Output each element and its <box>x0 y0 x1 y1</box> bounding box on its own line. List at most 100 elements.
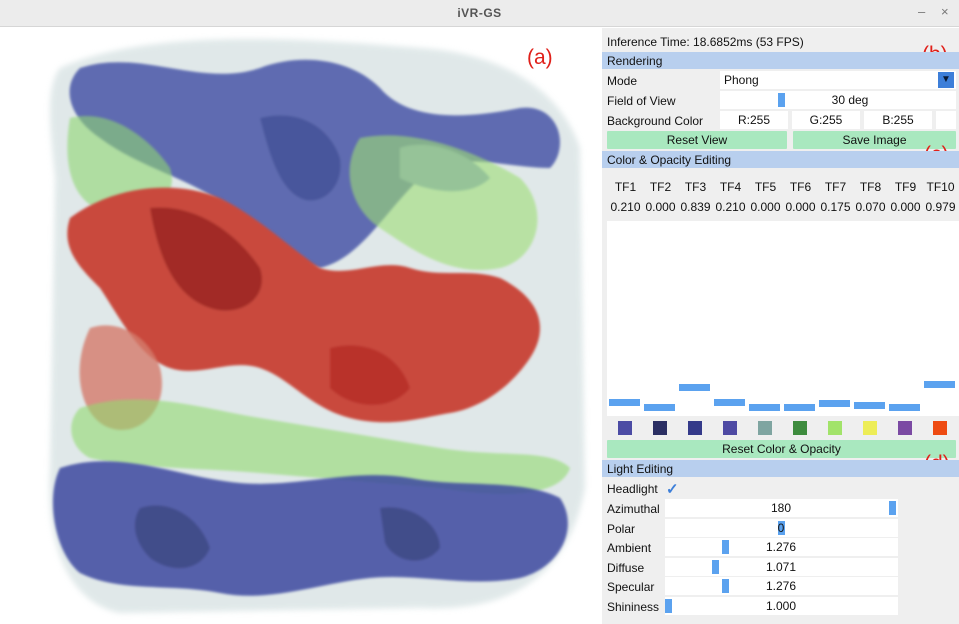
tf-color-swatch[interactable] <box>723 421 737 435</box>
chevron-down-icon[interactable]: ▼ <box>938 72 954 88</box>
minimize-button[interactable]: – <box>918 4 925 19</box>
fov-slider-handle[interactable] <box>778 93 785 107</box>
bg-b-field[interactable]: B:255 <box>864 111 932 129</box>
control-panel: Inference Time: 18.6852ms (53 FPS) (b) R… <box>602 28 959 624</box>
light-slider-label: Shininess <box>607 600 660 614</box>
light-slider[interactable]: 180 <box>665 499 898 517</box>
mode-dropdown-value: Phong <box>724 73 759 87</box>
rendering-section-header[interactable]: Rendering <box>602 52 959 69</box>
tf-opacity-bar[interactable] <box>714 398 745 406</box>
title-bar: iVR-GS – × <box>0 0 959 27</box>
background-color-label: Background Color <box>607 114 704 128</box>
light-slider-label: Diffuse <box>607 560 645 575</box>
headlight-label: Headlight <box>607 482 658 496</box>
tf-value: 0.000 <box>890 200 921 214</box>
tf-header: TF9 <box>894 180 917 194</box>
background-color-row: Background Color R:255 G:255 B:255 <box>602 111 959 130</box>
light-slider[interactable]: 1.276 <box>665 538 898 557</box>
fov-row: Field of View 30 deg <box>602 91 959 110</box>
tf-color-swatch[interactable] <box>898 421 912 435</box>
tf-color-swatch[interactable] <box>863 421 877 435</box>
mode-label: Mode <box>607 74 638 88</box>
tf-header: TF5 <box>754 180 777 194</box>
tf-color-swatch[interactable] <box>758 421 772 435</box>
tf-value: 0.000 <box>785 200 816 214</box>
light-slider-handle[interactable] <box>712 559 719 574</box>
light-slider[interactable]: 1.276 <box>665 577 898 596</box>
light-slider-value: 0 <box>777 520 785 535</box>
tf-color-swatch[interactable] <box>688 421 702 435</box>
light-slider-row: Ambient 1.276 <box>602 538 959 557</box>
light-slider-value: 1.071 <box>765 559 797 574</box>
light-slider-handle[interactable] <box>665 599 672 613</box>
light-slider-handle[interactable] <box>722 579 729 594</box>
inference-time-text: Inference Time: 18.6852ms (53 FPS) <box>607 35 804 49</box>
light-editing-header-label: Light Editing <box>607 462 674 476</box>
close-button[interactable]: × <box>941 4 949 19</box>
tf-opacity-bar[interactable] <box>889 404 920 411</box>
reset-view-button[interactable]: Reset View <box>607 131 787 149</box>
tf-header: TF2 <box>649 180 672 194</box>
tf-color-swatch[interactable] <box>828 421 842 435</box>
tf-color-swatch[interactable] <box>618 421 632 435</box>
light-slider-value: 180 <box>770 501 792 515</box>
color-opacity-header-label: Color & Opacity Editing <box>607 153 732 167</box>
light-slider-row: Diffuse 1.071 <box>602 557 959 577</box>
tf-opacity-bar[interactable] <box>749 404 780 411</box>
light-slider-value: 1.276 <box>765 579 797 594</box>
light-slider[interactable]: 1.000 <box>665 597 898 615</box>
tf-value: 0.210 <box>715 200 746 214</box>
headlight-checkbox[interactable]: ✓ <box>666 482 680 497</box>
tf-opacity-bar[interactable] <box>924 380 955 388</box>
reset-color-opacity-button[interactable]: Reset Color & Opacity <box>607 440 956 458</box>
inference-row: Inference Time: 18.6852ms (53 FPS) <box>602 32 959 51</box>
opacity-editor-area[interactable] <box>607 221 959 416</box>
light-slider-handle[interactable] <box>722 540 729 555</box>
tf-header: TF3 <box>684 180 707 194</box>
tf-color-swatch[interactable] <box>933 421 947 435</box>
tf-value: 0.979 <box>925 200 956 214</box>
tf-header: TF7 <box>824 180 847 194</box>
annotation-a: (a) <box>527 46 553 69</box>
light-slider-row: Polar 0 <box>602 518 959 538</box>
bg-preview-swatch <box>936 111 956 129</box>
fov-slider[interactable]: 30 deg <box>720 91 956 109</box>
tf-header: TF8 <box>859 180 882 194</box>
tf-opacity-bar[interactable] <box>679 383 710 391</box>
light-slider-row: Shininess 1.000 <box>602 597 959 616</box>
tf-opacity-bar[interactable] <box>644 404 675 411</box>
tf-opacity-bar[interactable] <box>854 402 885 410</box>
tf-header: TF4 <box>719 180 742 194</box>
tf-color-swatch[interactable] <box>793 421 807 435</box>
volume-render-viewport[interactable]: (a) <box>0 28 601 624</box>
light-slider[interactable]: 1.071 <box>665 557 898 576</box>
tf-value: 0.000 <box>750 200 781 214</box>
rendering-header-label: Rendering <box>607 54 663 68</box>
mode-row: Mode Phong ▼ <box>602 71 959 90</box>
tf-header: TF10 <box>926 180 955 194</box>
light-slider-value: 1.276 <box>765 540 797 555</box>
light-slider-label: Specular <box>607 580 655 595</box>
light-slider[interactable]: 0 <box>665 518 898 537</box>
volume-render-image <box>49 39 586 613</box>
bg-g-field[interactable]: G:255 <box>792 111 860 129</box>
color-opacity-section-header[interactable]: Color & Opacity Editing <box>602 151 959 168</box>
tf-color-swatch[interactable] <box>653 421 667 435</box>
light-editing-section-header[interactable]: Light Editing <box>602 460 959 477</box>
fov-label: Field of View <box>607 94 676 108</box>
tf-header: TF1 <box>614 180 637 194</box>
light-slider-label: Polar <box>607 521 636 536</box>
tf-value: 0.175 <box>820 200 851 214</box>
light-slider-row: Azimuthal 180 <box>602 499 959 518</box>
window-title: iVR-GS <box>457 6 502 20</box>
light-slider-handle[interactable] <box>889 501 896 515</box>
bg-r-field[interactable]: R:255 <box>720 111 788 129</box>
mode-dropdown[interactable]: Phong ▼ <box>720 71 956 89</box>
tf-opacity-bar[interactable] <box>819 399 850 407</box>
tf-opacity-bar[interactable] <box>609 398 640 406</box>
fov-value: 30 deg <box>831 93 869 107</box>
light-slider-row: Specular 1.276 <box>602 577 959 596</box>
tf-value: 0.210 <box>610 200 641 214</box>
tf-value: 0.070 <box>855 200 886 214</box>
tf-opacity-bar[interactable] <box>784 404 815 411</box>
